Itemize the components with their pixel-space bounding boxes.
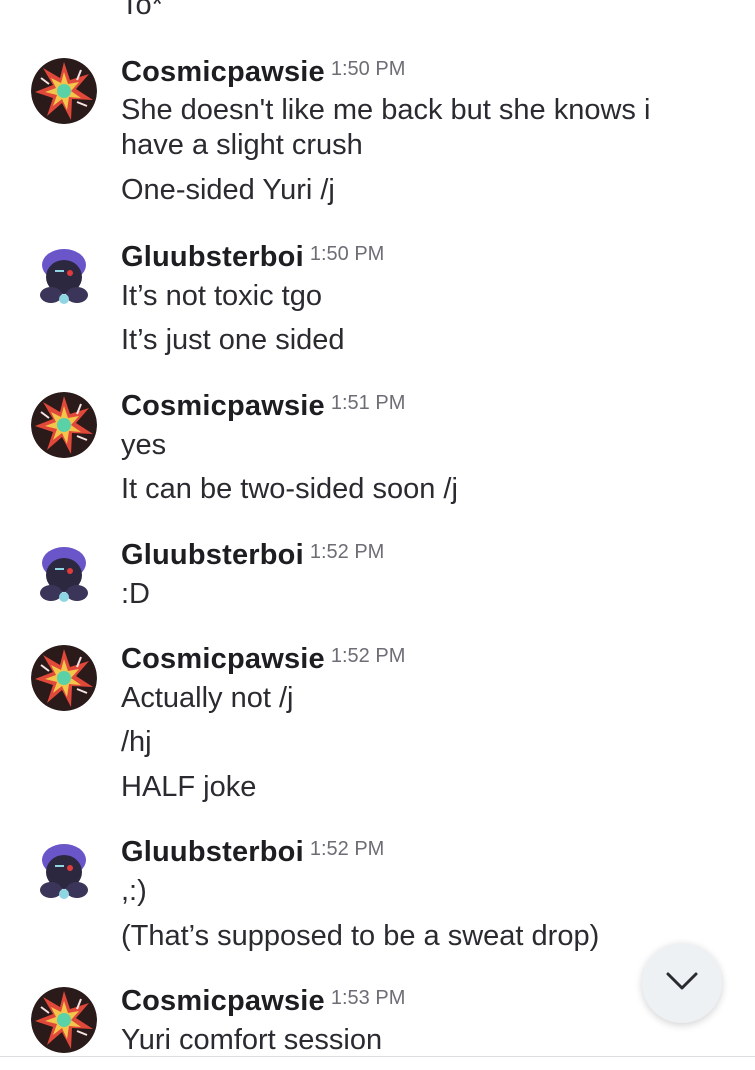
message-header: Gluubsterboi 1:52 PM [121,836,384,872]
message-header: Cosmicpawsie 1:53 PM [121,985,405,1021]
message-text[interactable]: One-sided Yuri /j [121,173,721,208]
message-text[interactable]: It’s just one sided [121,323,721,358]
message-header: Cosmicpawsie 1:52 PM [121,643,405,679]
previous-message-fragment: To* [121,0,163,21]
timestamp: 1:51 PM [330,392,406,414]
timestamp: 1:52 PM [309,541,385,563]
timestamp: 1:52 PM [330,645,406,667]
message-header: Cosmicpawsie 1:51 PM [121,390,405,426]
timestamp: 1:50 PM [330,58,406,80]
message-header: Gluubsterboi 1:50 PM [121,241,384,277]
message-text[interactable]: Yuri comfort session [121,1023,721,1056]
message-text[interactable]: (That’s supposed to be a sweat drop) [121,919,721,954]
username[interactable]: Cosmicpawsie [121,985,325,1017]
message-header: Cosmicpawsie 1:50 PM [121,56,405,92]
cosmicpawsie-avatar[interactable] [31,392,97,458]
username[interactable]: Gluubsterboi [121,836,304,868]
timestamp: 1:50 PM [309,243,385,265]
gluubsterboi-avatar[interactable] [31,243,97,309]
gluubsterboi-avatar[interactable] [31,541,97,607]
message-text[interactable]: /hj [121,725,721,760]
username[interactable]: Cosmicpawsie [121,643,325,675]
timestamp: 1:52 PM [309,838,385,860]
username[interactable]: Cosmicpawsie [121,390,325,422]
message-text[interactable]: Actually not /j [121,681,721,716]
username[interactable]: Gluubsterboi [121,539,304,571]
message-text[interactable]: HALF joke [121,770,721,805]
message-text[interactable]: She doesn't like me back but she knows i… [121,93,721,163]
chat-message-list[interactable]: To* Cosmicpawsie 1:50 PM She doesn't like… [0,0,755,1056]
chevron-down-icon [665,971,699,996]
username[interactable]: Gluubsterboi [121,241,304,273]
cosmicpawsie-avatar[interactable] [31,645,97,711]
message-text[interactable]: It’s not toxic tgo [121,279,721,314]
message-text[interactable]: ,:) [121,874,721,909]
timestamp: 1:53 PM [330,987,406,1009]
cosmicpawsie-avatar[interactable] [31,58,97,124]
gluubsterboi-avatar[interactable] [31,838,97,904]
message-text[interactable]: :D [121,577,721,612]
message-text[interactable]: It can be two-sided soon /j [121,472,721,507]
message-text[interactable]: yes [121,428,721,463]
message-header: Gluubsterboi 1:52 PM [121,539,384,575]
jump-to-latest-button[interactable] [642,943,722,1023]
bottom-divider [0,1056,755,1057]
cosmicpawsie-avatar[interactable] [31,987,97,1053]
username[interactable]: Cosmicpawsie [121,56,325,88]
